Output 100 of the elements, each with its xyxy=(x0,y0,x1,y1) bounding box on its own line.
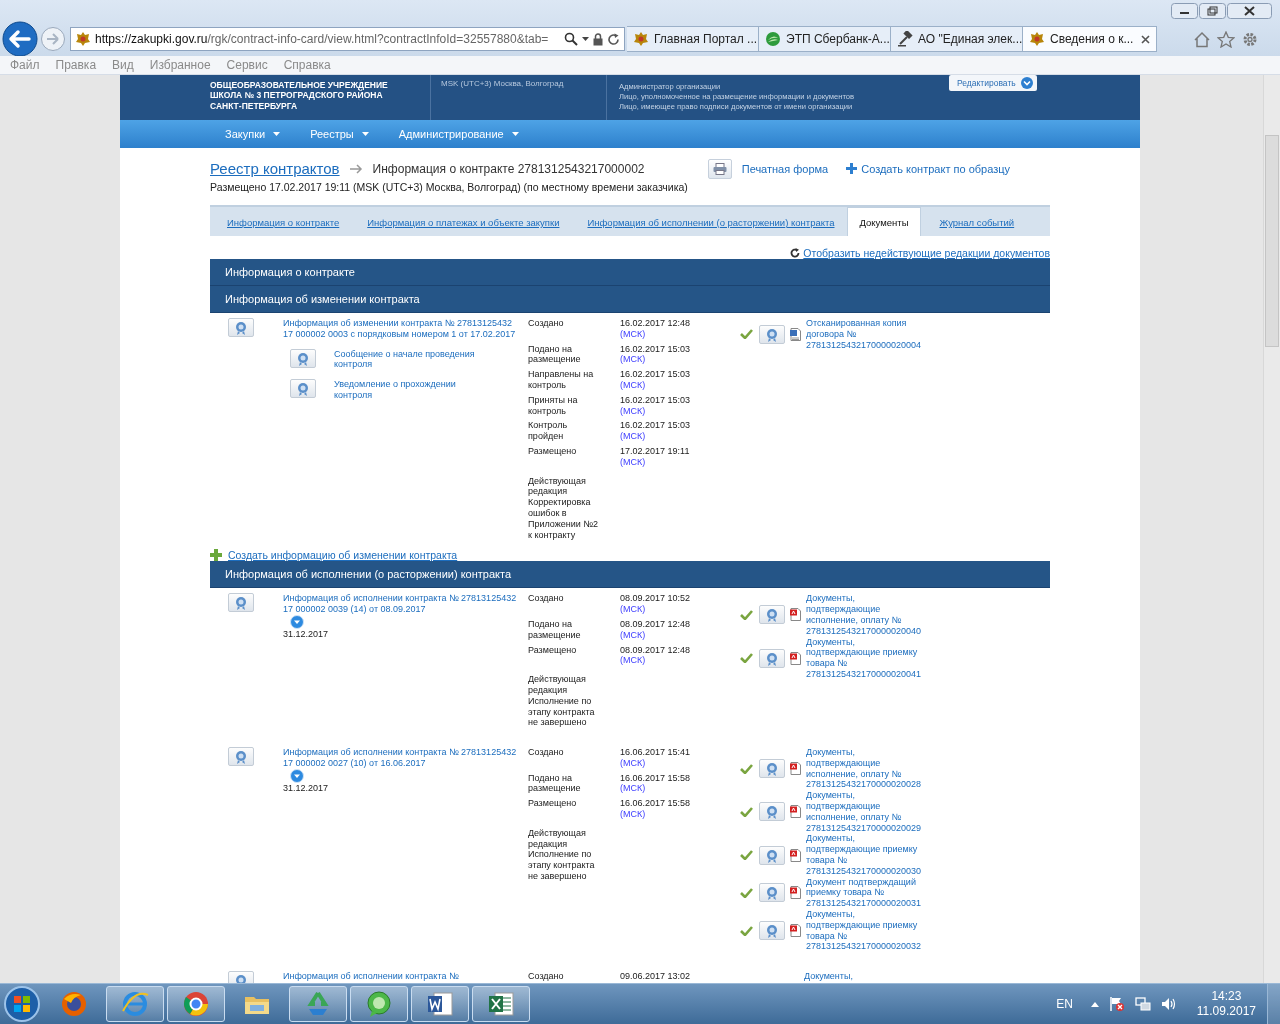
close-icon[interactable] xyxy=(1141,34,1150,44)
attachment-link[interactable]: Документы, подтверждающие исполнение, оплату № 27813125432170000020028 xyxy=(806,747,926,791)
attachment-link[interactable]: Документ подтверждащий приемку товара № 27813125432170000020031 xyxy=(806,876,926,910)
document-link[interactable]: Уведомление о прохождении контроля xyxy=(334,379,479,401)
event-time: 16.02.2017 15:03 xyxy=(620,343,692,355)
timezone-link[interactable]: (МСК) xyxy=(620,354,740,366)
timezone-link[interactable]: (МСК) xyxy=(620,655,740,667)
attachment-link[interactable]: Отсканированная копия договора № 27813125432170000020004 xyxy=(806,318,926,351)
scrollbar[interactable] xyxy=(1263,75,1280,983)
certificate-button[interactable] xyxy=(759,605,785,625)
flag-icon[interactable] xyxy=(1108,996,1125,1012)
clock-date[interactable]: 11.09.2017 xyxy=(1196,1004,1256,1019)
expand-button[interactable] xyxy=(290,614,304,629)
taskbar-button[interactable] xyxy=(350,986,408,1022)
add-change-link[interactable]: Создать информацию об изменении контракта xyxy=(228,548,458,561)
print-form-link[interactable]: Печатная форма xyxy=(741,163,829,175)
event-label: Контроль пройден xyxy=(528,420,569,442)
menu-item[interactable]: Справка xyxy=(283,58,331,72)
certificate-button[interactable] xyxy=(759,883,785,903)
certificate-button[interactable] xyxy=(759,802,785,822)
status-text: Действующая редакция Исполнение по этапу контракта не завершено xyxy=(528,827,596,882)
taskbar-button[interactable] xyxy=(106,986,164,1022)
timezone-link[interactable]: (МСК) xyxy=(620,456,740,468)
back-button[interactable] xyxy=(2,21,38,57)
event-label: Подано на размещение xyxy=(528,343,582,366)
settings-icon[interactable] xyxy=(1241,30,1259,48)
certificate-button[interactable] xyxy=(759,921,785,941)
certificate-button[interactable] xyxy=(228,318,254,337)
taskbar-button[interactable] xyxy=(289,986,347,1022)
taskbar-button[interactable] xyxy=(472,986,530,1022)
menu-item[interactable]: Файл xyxy=(10,58,40,72)
certificate-button[interactable] xyxy=(759,648,785,668)
close-button[interactable] xyxy=(1227,3,1272,19)
section-header[interactable]: Информация об исполнении (о расторжении) контракта xyxy=(210,561,1050,589)
show-desktop-button[interactable] xyxy=(1267,984,1280,1024)
restore-button[interactable] xyxy=(1199,3,1226,19)
attachment-link[interactable]: Документы, подтверждающие приемку товара № 27813125432170000020041 xyxy=(806,636,926,680)
minimize-button[interactable] xyxy=(1171,3,1198,19)
show-hidden-icons[interactable] xyxy=(1090,1001,1099,1007)
tab[interactable]: Журнал событий xyxy=(939,217,1015,236)
star-icon[interactable] xyxy=(1217,30,1235,48)
browser-tab[interactable]: АО "Единая элек... xyxy=(891,26,1023,52)
document-link[interactable]: Информация об исполнении контракта № 27813125432 17 000002 0039 (14) от 08.09.2017 xyxy=(283,593,518,615)
menu-item[interactable]: Правка xyxy=(55,58,97,72)
attachment-link[interactable]: Документы, подтверждающие исполнение, оплату № 27813125432170000020029 xyxy=(806,790,926,834)
event-time: 16.06.2017 15:41 xyxy=(620,747,692,758)
start-button[interactable] xyxy=(2,985,42,1023)
certificate-button[interactable] xyxy=(228,747,254,767)
address-field[interactable]: https://zakupki.gov.ru/rgk/contract-info-card/view.html?contractInfoId=32557880&tab= xyxy=(70,27,625,51)
timezone-link[interactable]: (МСК) xyxy=(620,783,740,795)
print-button[interactable] xyxy=(707,159,732,179)
clock-time[interactable]: 14:23 xyxy=(1196,989,1256,1004)
timezone-link[interactable]: (МСК) xyxy=(620,431,740,442)
timezone-link[interactable]: (МСК) xyxy=(620,328,740,340)
certificate-button[interactable] xyxy=(759,759,785,779)
browser-tab[interactable]: Главная Портал ... xyxy=(627,26,759,52)
nav-menu-item[interactable]: Администрирование xyxy=(398,128,519,140)
timezone-link[interactable]: (МСК) xyxy=(620,379,740,391)
taskbar-button[interactable] xyxy=(411,986,469,1022)
attachment-link[interactable]: Документы, подтверждающие приемку товара № 27813125432170000020032 xyxy=(806,909,926,953)
home-icon[interactable] xyxy=(1193,30,1211,48)
certificate-button[interactable] xyxy=(759,324,785,344)
tab[interactable]: Информация о контракте xyxy=(227,217,340,236)
nav-menu-item[interactable]: Закупки xyxy=(225,128,281,140)
browser-icon[interactable] xyxy=(59,989,89,1019)
attachment-link[interactable]: Документы, подтверждающие исполнение, оплату № 27813125432170000020040 xyxy=(806,593,926,637)
certificate-button[interactable] xyxy=(228,593,254,613)
document-link[interactable]: Информация об исполнении контракта № xyxy=(283,971,518,983)
expand-button[interactable] xyxy=(290,768,304,783)
language-indicator[interactable]: EN xyxy=(1056,997,1073,1011)
certificate-button[interactable] xyxy=(759,845,785,865)
menu-item[interactable]: Вид xyxy=(112,58,134,72)
create-from-template-link[interactable]: Создать контракт по образцу xyxy=(861,163,1010,175)
timezone-link[interactable]: (МСК) xyxy=(620,809,740,820)
certificate-button[interactable] xyxy=(290,379,316,399)
network-icon[interactable] xyxy=(1134,996,1151,1012)
breadcrumb-link[interactable]: Реестр контрактов xyxy=(210,160,340,178)
attachment-link[interactable]: Документы, xyxy=(804,971,924,983)
document-link[interactable]: Сообщение о начале проведения контроля xyxy=(334,348,479,371)
tab[interactable]: Документы xyxy=(846,207,922,236)
timezone-link[interactable]: (МСК) xyxy=(620,604,740,615)
document-link[interactable]: Информация об исполнении контракта № 27813125432 17 000002 0027 (10) от 16.06.2017 xyxy=(283,747,518,769)
taskbar-button[interactable] xyxy=(167,986,225,1022)
forward-button[interactable] xyxy=(40,26,66,52)
section-header[interactable]: Информация о контракте xyxy=(210,259,1050,286)
menu-item[interactable]: Сервис xyxy=(226,58,268,72)
browser-tab[interactable]: Сведения о к... xyxy=(1023,26,1157,52)
speaker-icon[interactable] xyxy=(1160,996,1177,1012)
attachment-link[interactable]: Документы, подтверждающие приемку товара № 27813125432170000020030 xyxy=(806,833,926,877)
section-header[interactable]: Информация об изменении контракта xyxy=(210,286,1050,313)
certificate-button[interactable] xyxy=(290,348,316,368)
timezone-link[interactable]: (МСК) xyxy=(620,757,740,769)
document-link[interactable]: Информация об изменении контракта № 27813125432 17 000002 0003 с порядковым номером 1 от 17.02.2017 xyxy=(283,318,518,340)
timezone-link[interactable]: (МСК) xyxy=(620,629,740,641)
tab[interactable]: Информация о платежах и объекте закупки xyxy=(367,217,560,236)
tab[interactable]: Информация об исполнении (о расторжении) контракта xyxy=(587,217,835,236)
timezone-link[interactable]: (МСК) xyxy=(620,405,740,417)
menu-item[interactable]: Избранное xyxy=(149,58,211,72)
browser-tab[interactable]: ЭТП Сбербанк-А... xyxy=(759,26,891,52)
nav-menu-item[interactable]: Реестры xyxy=(310,128,369,140)
